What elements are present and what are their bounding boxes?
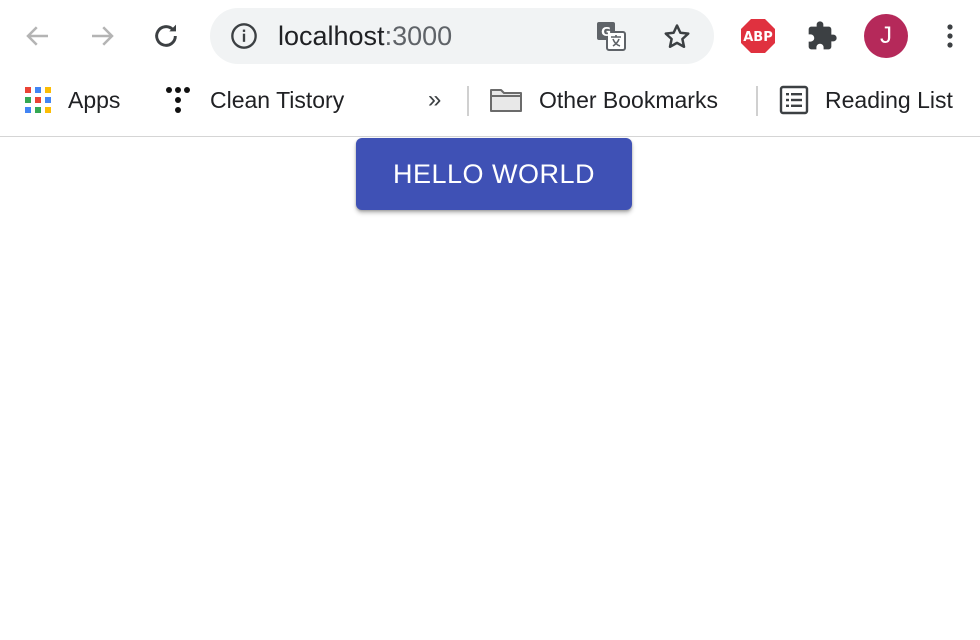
profile-avatar[interactable]: J: [864, 14, 908, 58]
reload-icon: [155, 24, 177, 47]
bookmarks-divider: [467, 86, 469, 116]
url-port: :3000: [384, 21, 453, 51]
puzzle-piece-icon: [808, 21, 837, 50]
url-text[interactable]: localhost:3000: [278, 8, 452, 64]
translate-icon[interactable]: G: [596, 21, 626, 51]
tistory-icon: [162, 84, 194, 116]
bookmark-other-bookmarks[interactable]: Other Bookmarks: [489, 72, 718, 128]
hello-world-button[interactable]: HELLO WORLD: [356, 138, 632, 210]
bookmark-star-icon[interactable]: [660, 20, 694, 54]
bookmarks-overflow-chevron[interactable]: »: [428, 72, 441, 128]
back-button[interactable]: [18, 16, 58, 56]
bookmarks-bar: Apps Clean Tistory » Other Bookmarks Rea…: [0, 72, 980, 128]
bookmark-clean-tistory-label: Clean Tistory: [210, 86, 345, 113]
bookmark-reading-list[interactable]: Reading List: [779, 72, 953, 128]
forward-arrow-icon: [92, 26, 114, 46]
apps-grid-icon: [24, 86, 52, 114]
reload-button[interactable]: [146, 16, 186, 56]
bookmark-apps[interactable]: Apps: [24, 72, 120, 128]
adblock-plus-icon: ABP: [741, 19, 775, 53]
browser-chrome: localhost:3000 G ABP J Apps Clean Tistor…: [0, 0, 980, 137]
bookmark-reading-list-label: Reading List: [825, 86, 953, 113]
bookmark-apps-label: Apps: [68, 86, 121, 113]
extensions-button[interactable]: [802, 16, 842, 56]
adblock-label: ABP: [743, 30, 773, 45]
url-host: localhost: [278, 21, 385, 51]
page-content: HELLO WORLD: [0, 137, 980, 640]
bookmark-other-bookmarks-label: Other Bookmarks: [539, 86, 718, 113]
browser-menu-button[interactable]: [930, 16, 970, 56]
adblock-extension-button[interactable]: ABP: [738, 16, 778, 56]
bookmark-clean-tistory[interactable]: Clean Tistory: [162, 72, 344, 128]
address-bar[interactable]: localhost:3000 G: [210, 8, 714, 64]
reading-list-icon: [779, 85, 809, 115]
browser-toolbar: localhost:3000 G ABP J: [0, 0, 980, 72]
more-vert-icon: [947, 24, 953, 48]
back-arrow-icon: [26, 26, 48, 46]
site-info-icon[interactable]: [230, 22, 258, 50]
folder-icon: [489, 86, 523, 114]
svg-text:G: G: [601, 25, 611, 39]
forward-button[interactable]: [82, 16, 122, 56]
bookmarks-divider: [756, 86, 758, 116]
